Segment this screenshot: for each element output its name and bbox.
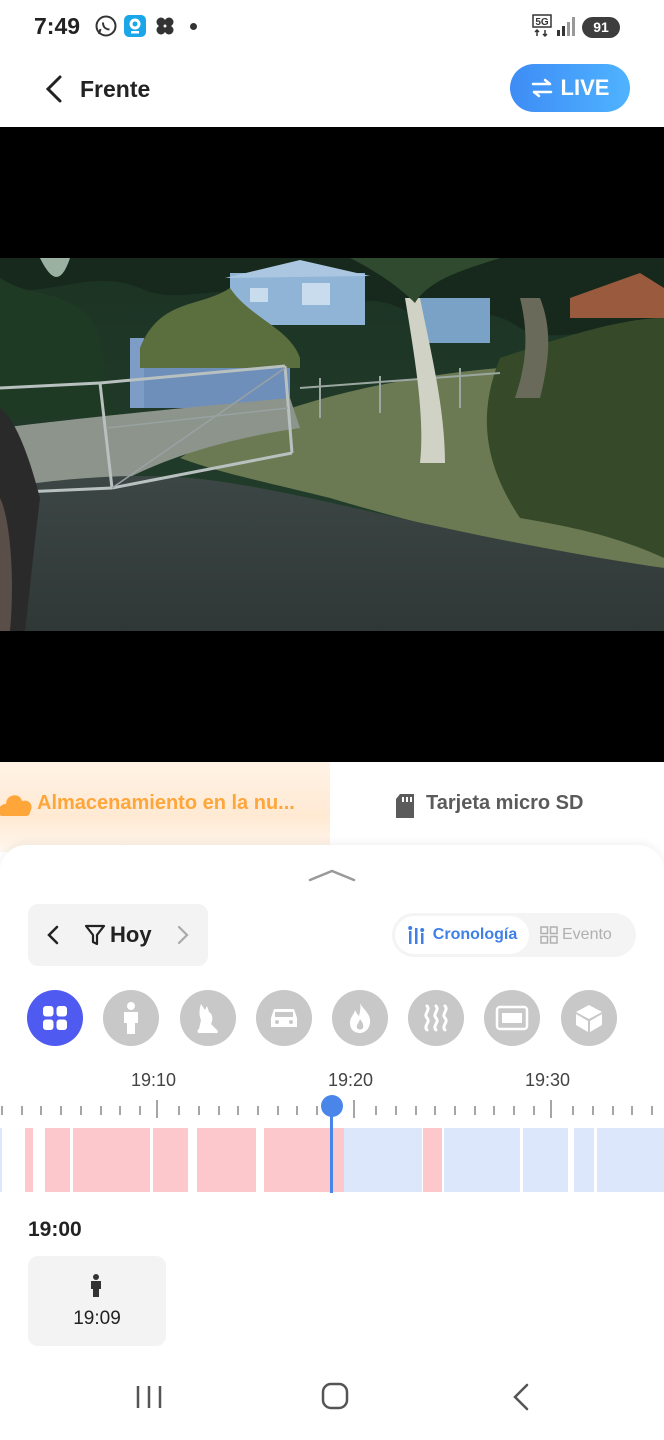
previous-day-button[interactable] xyxy=(40,921,68,949)
camera-feed-image xyxy=(0,258,664,631)
live-label: LIVE xyxy=(560,75,610,100)
person-icon xyxy=(124,1002,138,1034)
filter-license-plate-button[interactable] xyxy=(484,990,540,1046)
timeline-label-1: 19:10 xyxy=(131,1070,177,1090)
recent-apps-button[interactable] xyxy=(129,1380,169,1414)
recording-segment xyxy=(523,1128,568,1192)
network-5g-icon: 5G xyxy=(532,14,552,38)
svg-text:5G: 5G xyxy=(535,17,549,28)
tab-cloud-storage[interactable]: Almacenamiento en la nu... xyxy=(0,762,330,852)
date-label[interactable]: Hoy xyxy=(110,922,152,948)
all-grid-icon xyxy=(43,1006,67,1030)
filter-package-button[interactable] xyxy=(561,990,617,1046)
playhead-handle[interactable] xyxy=(321,1095,343,1117)
next-day-button[interactable] xyxy=(168,921,196,949)
video-player[interactable] xyxy=(0,127,664,762)
camera-app-icon xyxy=(124,15,146,37)
filter-all-button[interactable] xyxy=(27,990,83,1046)
live-button[interactable]: LIVE xyxy=(510,64,630,112)
filter-vehicle-button[interactable] xyxy=(256,990,312,1046)
tab-event[interactable]: Evento xyxy=(540,916,632,954)
motion-segment xyxy=(197,1128,256,1192)
system-nav-bar xyxy=(0,1360,664,1440)
recording-segment xyxy=(574,1128,594,1192)
status-time: 7:49 xyxy=(34,13,81,39)
timeline-label-3: 19:30 xyxy=(525,1070,571,1090)
recording-segment xyxy=(597,1128,664,1192)
recording-segment xyxy=(344,1128,422,1192)
motion-segment xyxy=(423,1128,442,1192)
filter-pet-button[interactable] xyxy=(180,990,236,1046)
vehicle-icon xyxy=(271,1009,297,1027)
sd-card-icon xyxy=(396,794,414,818)
license-plate-icon xyxy=(495,1005,529,1031)
tab-sd-card[interactable]: Tarjeta micro SD xyxy=(426,792,583,815)
timeline-time-labels: 19:10 19:20 19:30 xyxy=(0,1070,664,1094)
event-grid-icon xyxy=(540,926,558,944)
motion-segment xyxy=(25,1128,33,1192)
home-button[interactable] xyxy=(315,1380,355,1414)
filter-fire-button[interactable] xyxy=(332,990,388,1046)
filter-icon[interactable] xyxy=(84,923,106,947)
motion-segment xyxy=(45,1128,70,1192)
person-icon xyxy=(91,1274,101,1297)
app-header: Frente LIVE xyxy=(0,56,664,126)
switch-arrows-icon xyxy=(531,78,552,98)
timeline-label: Cronología xyxy=(432,926,518,943)
recording-segment xyxy=(0,1128,2,1192)
signal-icon xyxy=(557,17,575,36)
date-picker: Hoy xyxy=(28,904,208,966)
event-label: Evento xyxy=(562,926,612,943)
sheet-handle-chevron-up-icon[interactable] xyxy=(308,867,356,883)
fire-icon xyxy=(350,1003,371,1033)
heat-icon xyxy=(424,1004,448,1032)
battery-indicator: 91 xyxy=(582,17,620,38)
page-title: Frente xyxy=(80,76,151,102)
timeline-label-2: 19:20 xyxy=(328,1070,374,1090)
event-type-filters xyxy=(0,990,664,1048)
cloud-storage-label: Almacenamiento en la nu... xyxy=(37,792,295,814)
package-icon xyxy=(576,1005,602,1032)
whatsapp-icon xyxy=(95,15,117,37)
view-toggle: Cronología Evento xyxy=(392,913,636,957)
storage-tabs: Almacenamiento en la nu... Tarjeta micro… xyxy=(0,762,664,852)
notification-dot xyxy=(190,23,197,30)
motion-segment xyxy=(73,1128,150,1192)
recording-segment xyxy=(444,1128,520,1192)
system-back-button[interactable] xyxy=(502,1380,542,1414)
motion-segment xyxy=(153,1128,188,1192)
pet-icon xyxy=(197,1004,218,1034)
timeline-bars-icon xyxy=(407,926,424,944)
playback-sheet: Hoy Cronología Evento 19:10 19:20 19:30 … xyxy=(0,845,664,1440)
tab-timeline[interactable]: Cronología xyxy=(395,916,529,954)
back-button[interactable] xyxy=(38,72,72,106)
cloud-icon xyxy=(0,795,32,816)
clover-icon xyxy=(156,17,174,35)
status-bar: 7:49 5G 91 xyxy=(0,0,664,56)
filter-person-button[interactable] xyxy=(103,990,159,1046)
filter-heat-button[interactable] xyxy=(408,990,464,1046)
event-time: 19:09 xyxy=(73,1308,121,1329)
event-card[interactable]: 19:09 xyxy=(28,1256,166,1346)
event-hour-label: 19:00 xyxy=(28,1218,82,1241)
